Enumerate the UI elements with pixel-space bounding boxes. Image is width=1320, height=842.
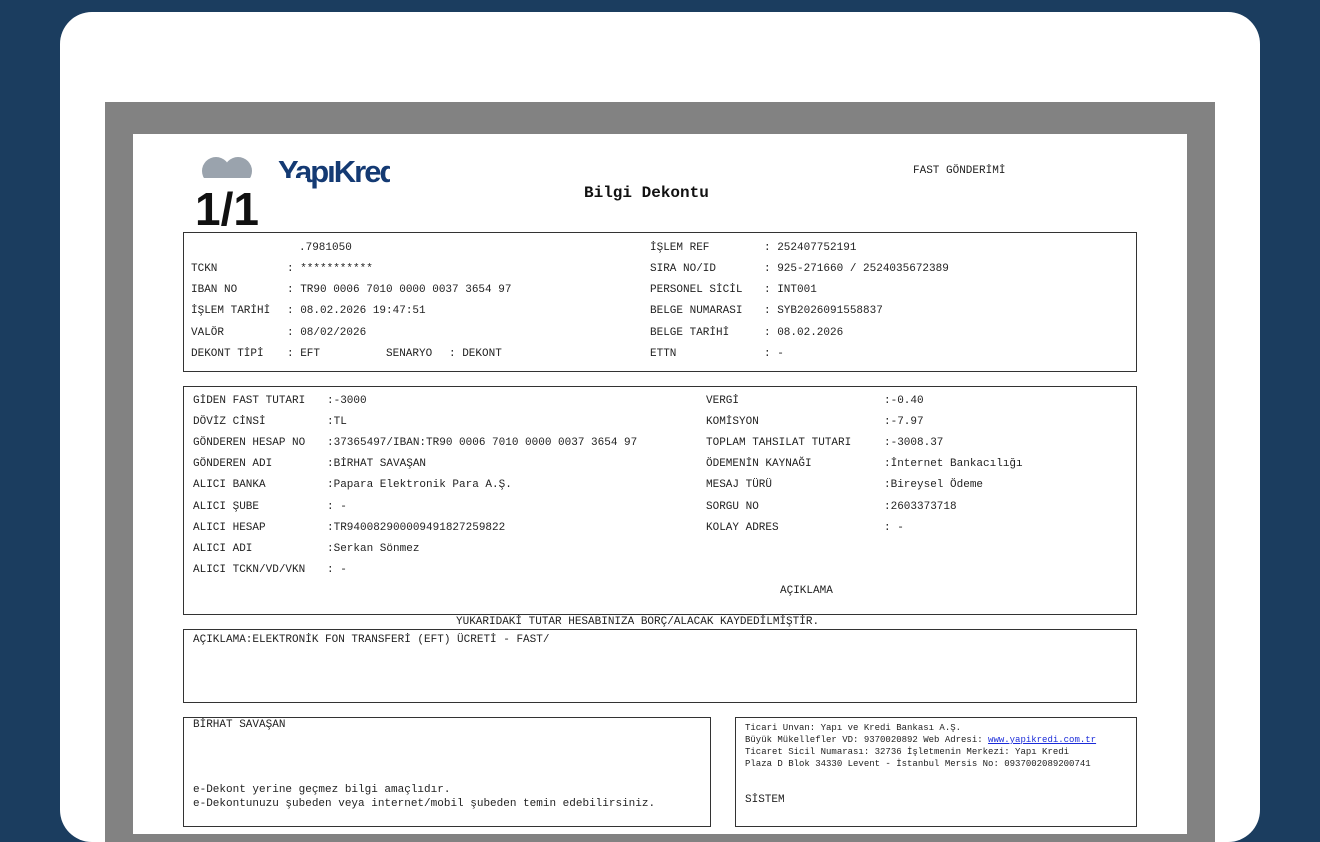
personel-value: : INT001 xyxy=(764,284,817,296)
dekont-tipi-value: : EFT xyxy=(287,348,321,360)
bank-tax-text: Büyük Mükellefler VD: 9370020892 Web Adr… xyxy=(745,735,983,745)
transfer-label: ALICI BANKA xyxy=(193,479,266,491)
website-link[interactable]: www.yapikredi.com.tr xyxy=(988,735,1096,745)
customer-no: .7981050 xyxy=(299,242,352,254)
iban-value: : TR90 0006 7010 0000 0037 3654 97 xyxy=(287,284,512,296)
page-counter: 1/1 xyxy=(183,178,307,240)
transfer-label: DÖVİZ CİNSİ xyxy=(193,416,266,428)
transfer-value: :TL xyxy=(327,416,347,428)
senaryo-label: SENARYO xyxy=(386,348,433,360)
transfer-label: SORGU NO xyxy=(706,501,759,513)
sira-no-label: SIRA NO/ID xyxy=(650,263,717,275)
bank-title-line: Ticari Unvan: Yapı ve Kredi Bankası A.Ş. xyxy=(745,723,962,733)
islem-tarihi-value: : 08.02.2026 19:47:51 xyxy=(287,305,426,317)
transfer-label: VERGİ xyxy=(706,395,740,407)
notice-text: YUKARIDAKİ TUTAR HESABINIZA BORÇ/ALACAK … xyxy=(456,616,820,628)
ettn-value: : - xyxy=(764,348,784,360)
transfer-label: KOLAY ADRES xyxy=(706,522,779,534)
transfer-value: :-3000 xyxy=(327,395,367,407)
transfer-value: :Bireysel Ödeme xyxy=(884,479,984,491)
transfer-label: TOPLAM TAHSILAT TUTARI xyxy=(706,437,852,449)
transfer-value: : - xyxy=(327,501,347,513)
system-label: SİSTEM xyxy=(745,794,785,806)
transfer-value: :-3008.37 xyxy=(884,437,944,449)
transfer-value: :BİRHAT SAVAŞAN xyxy=(327,458,427,470)
transfer-value: :Papara Elektronik Para A.Ş. xyxy=(327,479,512,491)
transfer-value: : - xyxy=(327,564,347,576)
bank-registry-line: Ticaret Sicil Numarası: 32736 İşletmenin… xyxy=(745,747,1070,757)
islem-tarihi-label: İŞLEM TARİHİ xyxy=(191,305,271,317)
account-holder-name: BİRHAT SAVAŞAN xyxy=(193,719,286,731)
valor-value: : 08/02/2026 xyxy=(287,327,367,339)
senaryo-value: : DEKONT xyxy=(449,348,502,360)
transfer-label: ALICI TCKN/VD/VKN xyxy=(193,564,306,576)
aciklama-heading: AÇIKLAMA xyxy=(780,585,833,597)
belge-no-value: : SYB2026091558837 xyxy=(764,305,883,317)
transfer-value: :2603373718 xyxy=(884,501,957,513)
document-title: Bilgi Dekontu xyxy=(584,184,709,202)
tckn-label: TCKN xyxy=(191,263,218,275)
islem-ref-value: : 252407752191 xyxy=(764,242,857,254)
tckn-value: : *********** xyxy=(287,263,373,275)
disclaimer-line-1: e-Dekont yerine geçmez bilgi amaçlıdır. xyxy=(193,784,451,796)
personel-label: PERSONEL SİCİL xyxy=(650,284,743,296)
transfer-label: GİDEN FAST TUTARI xyxy=(193,395,306,407)
transfer-value: :-7.97 xyxy=(884,416,924,428)
bank-tax-line: Büyük Mükellefler VD: 9370020892 Web Adr… xyxy=(745,734,1096,746)
transfer-value: :TR940082900009491827259822 xyxy=(327,522,506,534)
transfer-label: MESAJ TÜRÜ xyxy=(706,479,773,491)
belge-tarihi-label: BELGE TARİHİ xyxy=(650,327,730,339)
valor-label: VALÖR xyxy=(191,327,225,339)
description-text: AÇIKLAMA:ELEKTRONİK FON TRANSFERİ (EFT) … xyxy=(193,634,550,646)
transfer-value: :-0.40 xyxy=(884,395,924,407)
transfer-value: :Serkan Sönmez xyxy=(327,543,420,555)
transfer-value: : - xyxy=(884,522,904,534)
transfer-label: GÖNDEREN HESAP NO xyxy=(193,437,306,449)
sira-no-value: : 925-271660 / 2524035672389 xyxy=(764,263,949,275)
transfer-label: ÖDEMENİN KAYNAĞI xyxy=(706,458,812,470)
disclaimer-line-2: e-Dekontunuzu şubeden veya internet/mobi… xyxy=(193,798,656,810)
transfer-value: :37365497/IBAN:TR90 0006 7010 0000 0037 … xyxy=(327,437,638,449)
belge-no-label: BELGE NUMARASI xyxy=(650,305,743,317)
transfer-label: GÖNDEREN ADI xyxy=(193,458,273,470)
belge-tarihi-value: : 08.02.2026 xyxy=(764,327,844,339)
ettn-label: ETTN xyxy=(650,348,677,360)
transfer-label: KOMİSYON xyxy=(706,416,759,428)
transfer-label: ALICI ŞUBE xyxy=(193,501,260,513)
dekont-tipi-label: DEKONT TİPİ xyxy=(191,348,264,360)
document-type: FAST GÖNDERİMİ xyxy=(913,165,1006,177)
transfer-value: :İnternet Bankacılığı xyxy=(884,458,1023,470)
bank-address-line: Plaza D Blok 34330 Levent - İstanbul Mer… xyxy=(745,759,1091,769)
transfer-label: ALICI ADI xyxy=(193,543,253,555)
transfer-label: ALICI HESAP xyxy=(193,522,266,534)
iban-label: IBAN NO xyxy=(191,284,238,296)
islem-ref-label: İŞLEM REF xyxy=(650,242,710,254)
